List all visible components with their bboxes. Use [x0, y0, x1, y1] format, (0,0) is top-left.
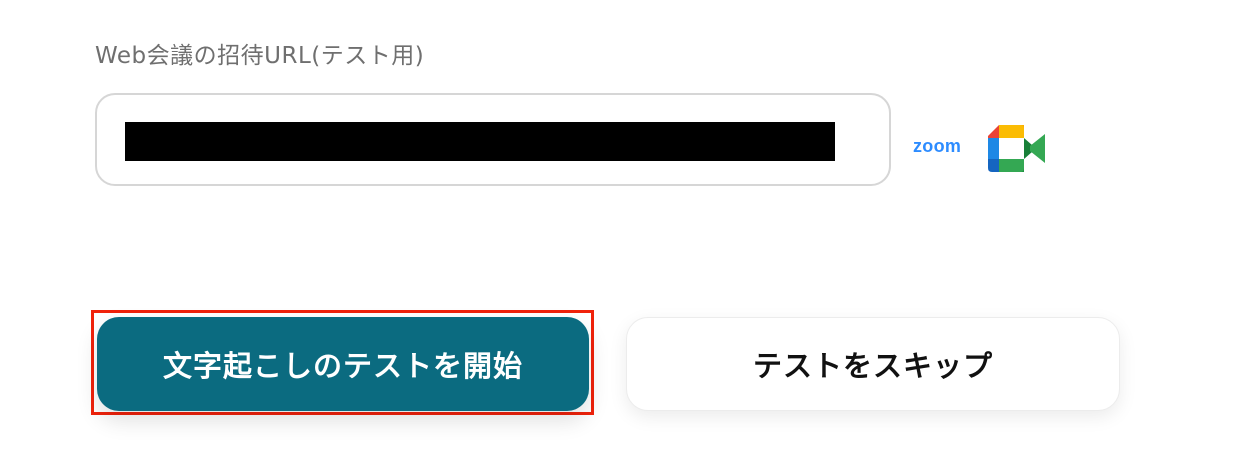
google-meet-icon	[988, 125, 1045, 172]
zoom-logo: zoom	[913, 136, 962, 156]
url-field-label: Web会議の招待URL(テスト用)	[95, 43, 425, 69]
start-transcription-test-button[interactable]: 文字起こしのテストを開始	[97, 317, 589, 411]
transcription-test-form: Web会議の招待URL(テスト用) zoom 文字起こしのテストを開始 テストを…	[0, 0, 1256, 458]
redacted-url-value	[125, 122, 835, 161]
skip-test-button[interactable]: テストをスキップ	[626, 317, 1120, 411]
meeting-url-input[interactable]	[95, 93, 891, 186]
